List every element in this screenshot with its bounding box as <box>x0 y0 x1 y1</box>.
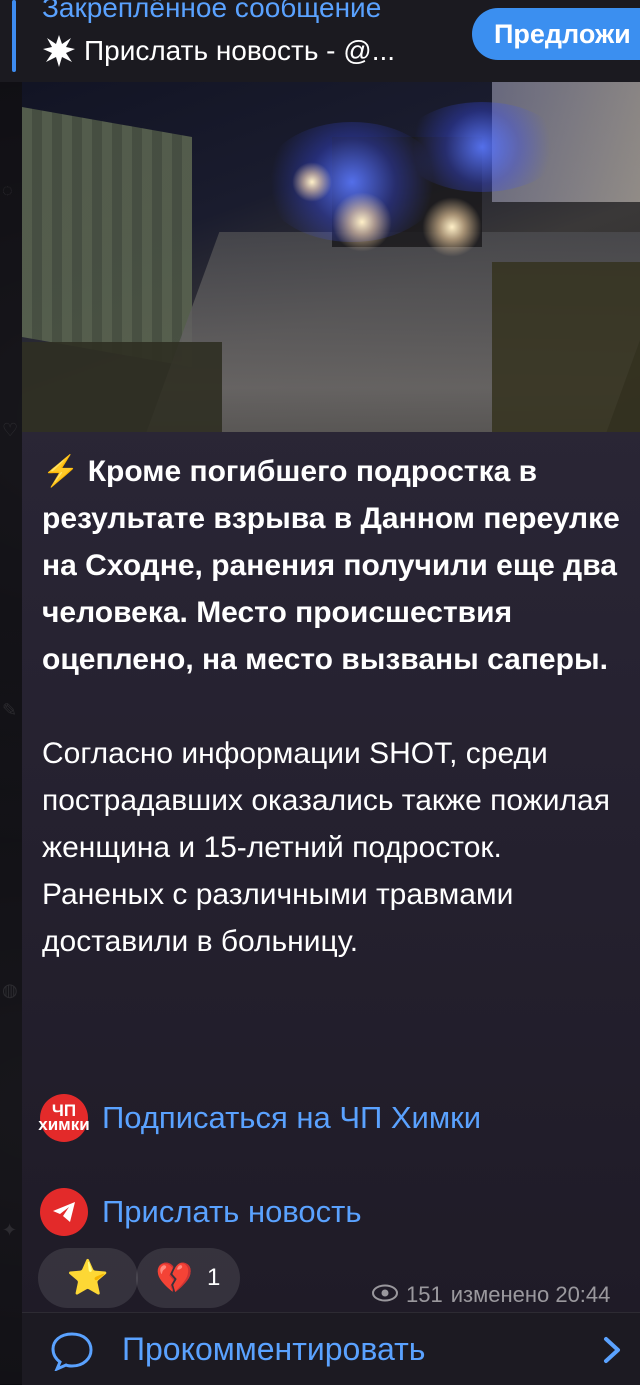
suggest-button[interactable]: Предложи <box>472 8 640 60</box>
doodle-icon: ◍ <box>2 980 18 1000</box>
pinned-accent-line <box>12 0 16 72</box>
burst-icon <box>42 34 76 68</box>
broken-heart-reaction[interactable]: 💔 1 <box>136 1248 240 1308</box>
view-count: 151 <box>406 1282 443 1307</box>
pinned-message-bar[interactable]: Закреплённое сообщение Прислать новость … <box>0 0 640 82</box>
broken-heart-icon: 💔 <box>155 1261 193 1295</box>
subscribe-link[interactable]: Подписаться на ЧП Химки <box>102 1100 481 1136</box>
edited-time: изменено 20:44 <box>450 1282 611 1307</box>
photo-headlight <box>422 197 482 257</box>
pinned-text: Прислать новость - @... <box>42 34 395 68</box>
photo-grass <box>22 342 222 432</box>
message-bold-text: Кроме погибшего подростка в результате в… <box>42 455 620 676</box>
doodle-icon: ♡ <box>2 420 19 440</box>
subscribe-link-row[interactable]: ЧП химки Подписаться на ЧП Химки <box>38 1094 481 1142</box>
doodle-icon: ✦ <box>2 1220 18 1240</box>
photo-blue-light <box>402 102 562 192</box>
photo-headlight <box>292 162 332 202</box>
doodle-icon: ◌ <box>2 180 13 200</box>
chevron-right-icon[interactable] <box>602 1335 622 1370</box>
send-news-link[interactable]: Прислать новость <box>102 1194 362 1230</box>
reaction-count: 1 <box>207 1264 221 1291</box>
star-reaction[interactable]: ⭐ <box>38 1248 138 1308</box>
lightning-icon: ⚡ <box>42 455 80 488</box>
telegram-icon <box>40 1188 88 1236</box>
message-bold-paragraph: ⚡ Кроме погибшего подростка в результате… <box>42 448 622 683</box>
photo-fence <box>22 107 192 367</box>
comment-label[interactable]: Прокомментировать <box>122 1331 425 1368</box>
chp-logo-icon: ЧП химки <box>38 1094 90 1142</box>
photo-headlight <box>332 192 392 252</box>
message-text: ⚡ Кроме погибшего подростка в результате… <box>42 448 622 965</box>
star-icon: ⭐ <box>66 1259 110 1297</box>
message-meta: 151 изменено 20:44 <box>372 1282 610 1308</box>
doodle-icon: ✎ <box>2 700 18 720</box>
pinned-title: Закреплённое сообщение <box>42 0 382 23</box>
news-photo[interactable] <box>22 82 640 432</box>
send-news-link-row[interactable]: Прислать новость <box>40 1188 362 1236</box>
message-bubble: ⚡ Кроме погибшего подростка в результате… <box>22 82 640 1312</box>
photo-grass <box>492 262 640 432</box>
message-body-paragraph: Согласно информации SHOT, среди пострада… <box>42 737 610 958</box>
comment-bar[interactable]: Прокомментировать <box>22 1312 640 1385</box>
pinned-text-label: Прислать новость - @... <box>84 35 396 66</box>
comment-bubble-icon <box>50 1331 94 1376</box>
eye-icon <box>372 1282 398 1308</box>
